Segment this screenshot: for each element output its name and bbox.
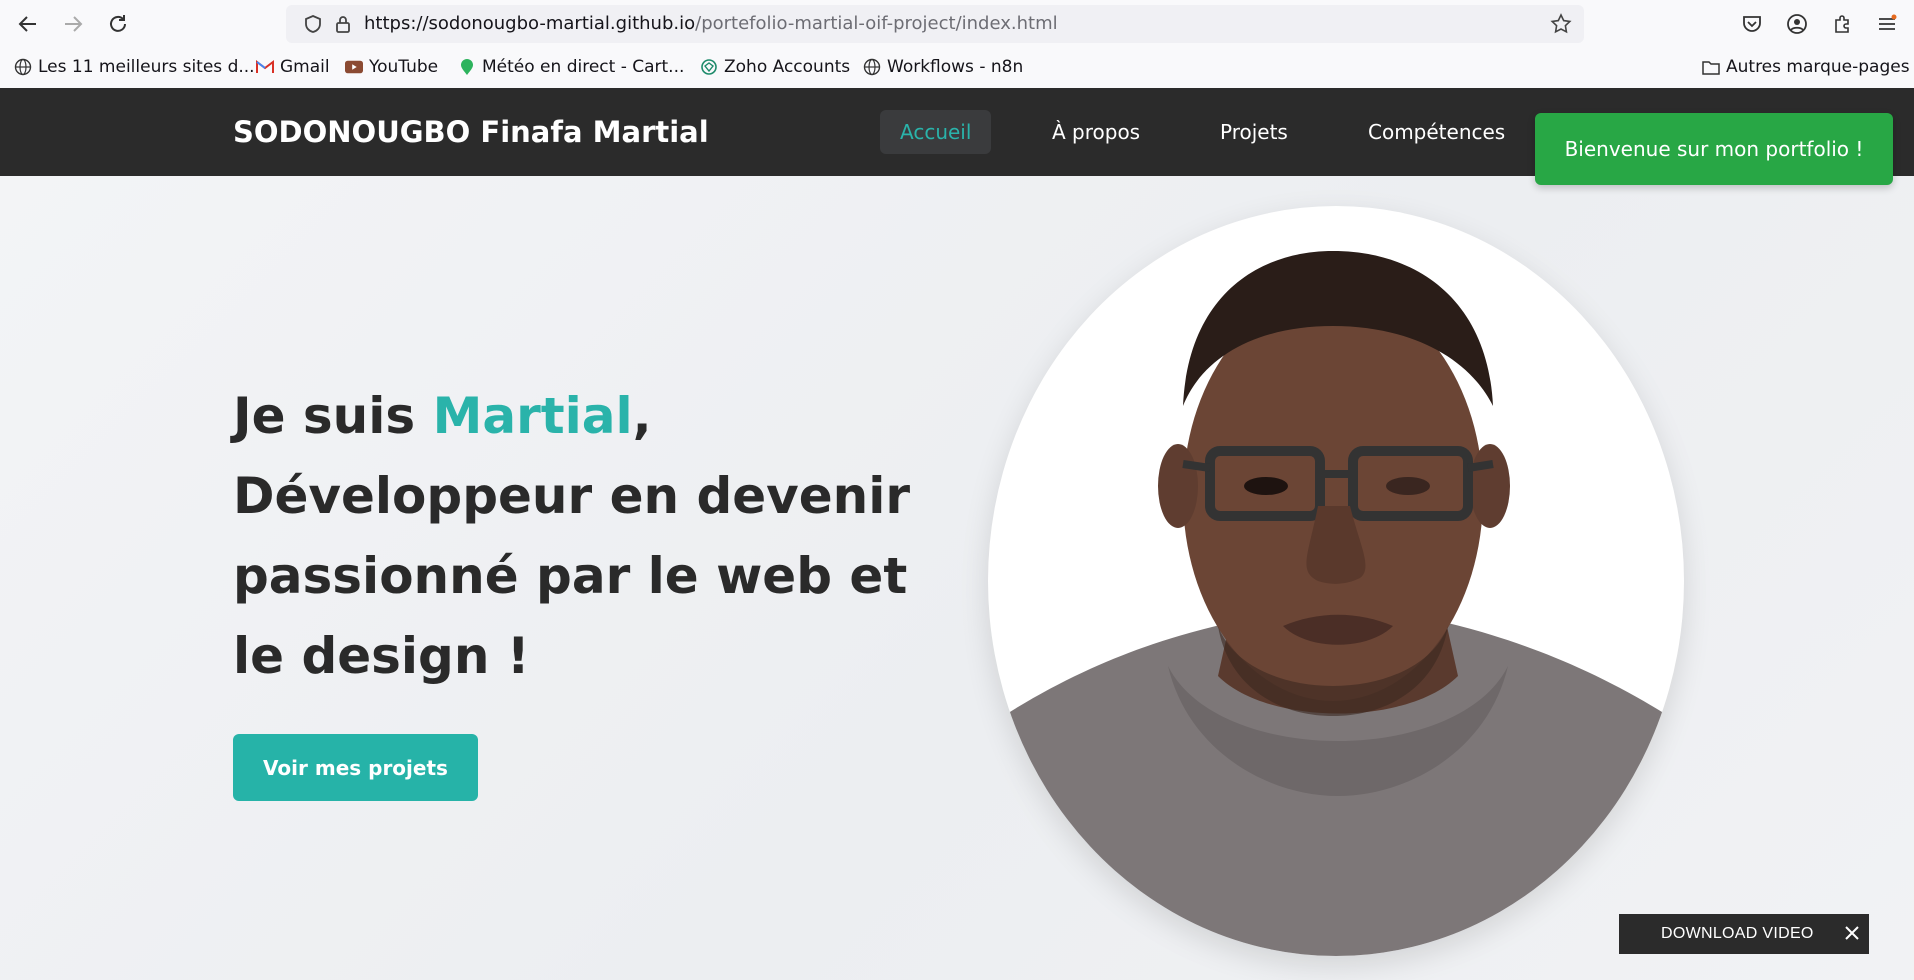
close-icon[interactable] bbox=[1841, 922, 1863, 944]
bookmark-label: YouTube bbox=[369, 57, 439, 77]
url-domain: https://sodonougbo-martial.github.io bbox=[364, 13, 696, 34]
nav-competences[interactable]: Compétences bbox=[1348, 110, 1525, 154]
welcome-toast: Bienvenue sur mon portfolio ! bbox=[1535, 113, 1893, 185]
nav-projets[interactable]: Projets bbox=[1200, 110, 1308, 154]
bookmark-label: Météo en direct - Cart... bbox=[482, 57, 685, 77]
forward-icon[interactable] bbox=[59, 10, 87, 38]
hero-title: Je suis Martial, Développeur en devenir … bbox=[233, 376, 953, 696]
pocket-icon[interactable] bbox=[1739, 11, 1765, 37]
site-brand[interactable]: SODONOUGBO Finafa Martial bbox=[233, 115, 709, 149]
other-bookmarks-label: Autres marque-pages bbox=[1726, 57, 1910, 77]
hero-name: Martial bbox=[432, 387, 633, 445]
bookmark-item[interactable]: Workflows - n8n bbox=[863, 57, 1023, 77]
bookmark-star-icon[interactable] bbox=[1548, 11, 1574, 37]
weather-icon bbox=[458, 58, 476, 76]
shield-icon[interactable] bbox=[300, 11, 326, 37]
bookmark-item[interactable]: YouTube bbox=[345, 57, 438, 77]
zoho-icon bbox=[700, 58, 718, 76]
profile-photo bbox=[988, 206, 1684, 956]
extensions-icon[interactable] bbox=[1829, 11, 1855, 37]
back-icon[interactable] bbox=[14, 10, 42, 38]
hero-prefix: Je suis bbox=[233, 387, 433, 445]
globe-icon bbox=[14, 58, 32, 76]
download-video-label[interactable]: DOWNLOAD VIDEO bbox=[1661, 925, 1814, 943]
url-text: https://sodonougbo-martial.github.io/por… bbox=[364, 13, 1058, 34]
hero-tagline: Développeur en devenir passionné par le … bbox=[233, 467, 911, 685]
youtube-icon bbox=[345, 58, 363, 76]
bookmarks-bar: Les 11 meilleurs sites d... Gmail YouTub… bbox=[0, 48, 1914, 88]
bookmark-item[interactable]: Gmail bbox=[256, 57, 330, 77]
bookmark-item[interactable]: Météo en direct - Cart... bbox=[458, 57, 684, 77]
bookmark-label: Workflows - n8n bbox=[887, 57, 1024, 77]
url-path: /portefolio-martial-oif-project/index.ht… bbox=[695, 13, 1058, 34]
bookmark-label: Les 11 meilleurs sites d... bbox=[38, 57, 255, 77]
bookmark-item[interactable]: Les 11 meilleurs sites d... bbox=[14, 57, 255, 77]
account-icon[interactable] bbox=[1784, 11, 1810, 37]
bookmark-item[interactable]: Zoho Accounts bbox=[700, 57, 850, 77]
nav-accueil[interactable]: Accueil bbox=[880, 110, 992, 154]
reload-icon[interactable] bbox=[104, 10, 132, 38]
hero-comma: , bbox=[632, 387, 652, 445]
folder-icon bbox=[1702, 58, 1720, 76]
bookmark-label: Zoho Accounts bbox=[724, 57, 851, 77]
globe-icon bbox=[863, 58, 881, 76]
lock-icon[interactable] bbox=[330, 11, 356, 37]
menu-icon[interactable] bbox=[1874, 11, 1900, 37]
view-projects-button[interactable]: Voir mes projets bbox=[233, 734, 478, 801]
bookmark-label: Gmail bbox=[280, 57, 330, 77]
download-video-bar[interactable]: DOWNLOAD VIDEO bbox=[1619, 914, 1869, 954]
browser-toolbar: https://sodonougbo-martial.github.io/por… bbox=[0, 0, 1914, 48]
nav-a-propos[interactable]: À propos bbox=[1032, 110, 1160, 154]
other-bookmarks[interactable]: Autres marque-pages bbox=[1702, 57, 1910, 77]
url-bar[interactable]: https://sodonougbo-martial.github.io/por… bbox=[286, 5, 1584, 43]
hero-section: Je suis Martial, Développeur en devenir … bbox=[0, 176, 1914, 980]
gmail-icon bbox=[256, 58, 274, 76]
